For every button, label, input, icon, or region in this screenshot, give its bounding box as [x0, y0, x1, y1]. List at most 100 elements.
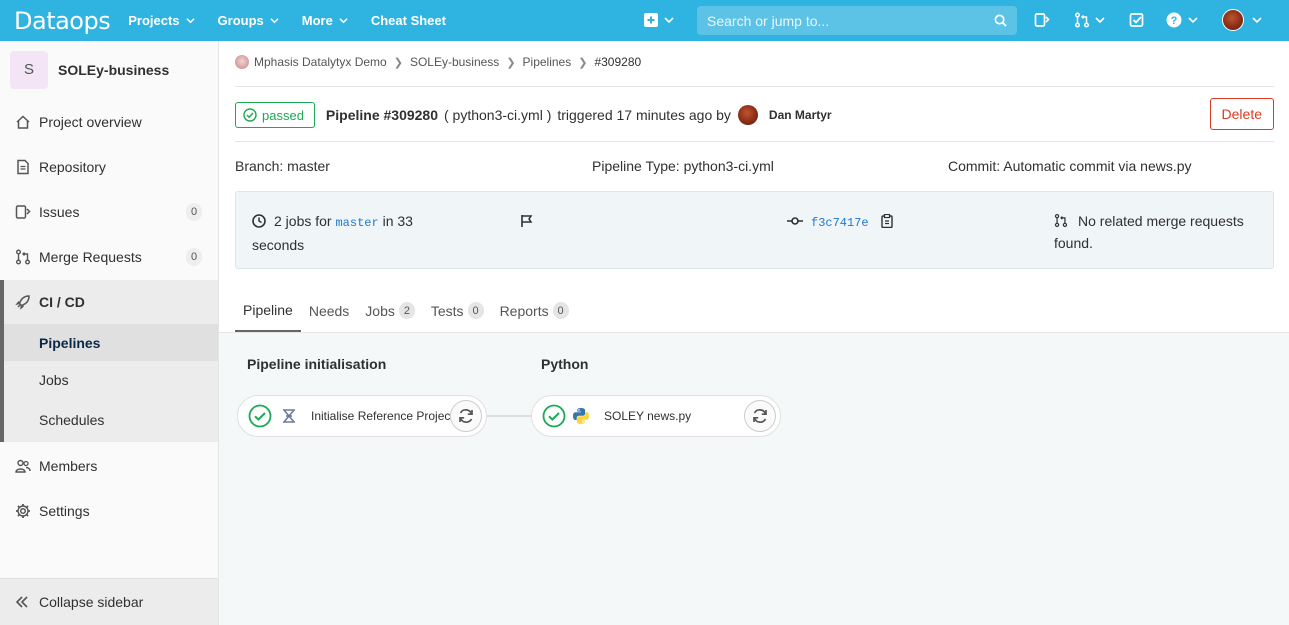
nav-cheat-sheet[interactable]: Cheat Sheet: [371, 13, 446, 28]
retry-icon: [753, 409, 767, 423]
tab-label: Jobs: [365, 302, 395, 319]
nav-more[interactable]: More: [302, 13, 348, 28]
job-name: Initialise Reference Project: [311, 409, 454, 423]
project-header[interactable]: S SOLEy-business: [0, 41, 218, 98]
tab-jobs[interactable]: Jobs 2: [357, 289, 423, 332]
merge-requests-shortcut[interactable]: [1074, 12, 1105, 28]
breadcrumb-group[interactable]: Mphasis Datalytyx Demo: [254, 55, 387, 69]
flag-icon: [521, 215, 533, 227]
sidebar: S SOLEy-business Project overview Reposi…: [0, 41, 219, 625]
sidebar-item-label: Settings: [39, 503, 90, 519]
divider: [235, 86, 1274, 87]
merge-request-icon: [1074, 12, 1090, 28]
project-avatar: S: [10, 50, 48, 89]
tab-tests[interactable]: Tests 0: [423, 289, 492, 332]
retry-button[interactable]: [744, 400, 776, 432]
status-label: passed: [262, 107, 304, 123]
job-soley-news[interactable]: SOLEY news.py: [531, 395, 781, 437]
pipeline-header: passed Pipeline #309280 ( python3-ci.yml…: [235, 98, 1274, 130]
branch-link[interactable]: master: [335, 216, 378, 230]
pipeline-graph: Pipeline initialisation Python Initialis…: [219, 333, 1289, 625]
stage-title: Python: [541, 356, 589, 372]
todo-icon: [1129, 13, 1144, 27]
sidebar-subitem-schedules[interactable]: Schedules: [0, 398, 218, 442]
status-badge[interactable]: passed: [235, 102, 315, 128]
tab-pipeline[interactable]: Pipeline: [235, 289, 301, 332]
tab-label: Pipeline: [243, 301, 293, 318]
dataops-logo[interactable]: Dataops: [14, 7, 111, 35]
user-menu[interactable]: [1222, 9, 1262, 31]
sidebar-item-merge-requests[interactable]: Merge Requests 0: [0, 235, 218, 279]
help-dropdown[interactable]: ?: [1166, 12, 1198, 28]
issues-shortcut[interactable]: [1034, 12, 1050, 28]
jobs-prefix: 2 jobs for: [274, 213, 332, 229]
merge-requests-cell: No related merge requests found.: [1054, 210, 1264, 254]
user-name[interactable]: Dan Martyr: [769, 108, 832, 122]
sidebar-item-repository[interactable]: Repository: [0, 145, 218, 189]
tab-reports[interactable]: Reports 0: [492, 289, 577, 332]
project-name: SOLEy-business: [58, 61, 170, 78]
sidebar-item-label: Repository: [39, 159, 106, 175]
clipboard-icon[interactable]: [880, 213, 893, 229]
commit-info: Commit: Automatic commit via news.py: [948, 158, 1192, 174]
retry-button[interactable]: [450, 400, 482, 432]
chevron-down-icon: [185, 18, 195, 24]
sidebar-item-label: Members: [39, 458, 98, 474]
user-avatar[interactable]: [737, 105, 758, 125]
chevron-down-icon: [1095, 17, 1105, 24]
check-circle-icon: [542, 404, 566, 428]
sidebar-item-project-overview[interactable]: Project overview: [0, 100, 218, 144]
chevron-down-icon: [664, 17, 674, 24]
sidebar-item-issues[interactable]: Issues 0: [0, 190, 218, 234]
pipeline-file: ( python3-ci.yml ): [444, 107, 552, 123]
new-item-dropdown[interactable]: [644, 13, 674, 27]
merge-request-icon: [1054, 213, 1068, 228]
delete-button[interactable]: Delete: [1209, 98, 1274, 130]
breadcrumb-project[interactable]: SOLEy-business: [410, 55, 499, 69]
users-icon: [15, 458, 31, 474]
tab-label: Tests: [430, 302, 464, 319]
sidebar-item-members[interactable]: Members: [0, 444, 218, 488]
tab-count: 0: [467, 302, 484, 319]
rocket-icon: [15, 294, 31, 310]
double-chevron-left-icon: [15, 595, 31, 609]
plus-square-icon: [644, 13, 658, 27]
doc-icon: [15, 159, 31, 175]
clock-icon: [252, 214, 266, 228]
commit-icon: [787, 217, 803, 225]
tab-label: Reports: [499, 302, 549, 319]
todos-shortcut[interactable]: [1129, 12, 1145, 28]
jobs-suffix: in 33: [382, 213, 413, 229]
sidebar-item-label: Issues: [39, 204, 80, 220]
collapse-sidebar-button[interactable]: Collapse sidebar: [0, 578, 218, 625]
pipeline-triggered: triggered 17 minutes ago by: [557, 107, 731, 123]
user-avatar: [1222, 9, 1244, 31]
flag-cell: [520, 210, 534, 232]
nav-groups[interactable]: Groups: [218, 13, 279, 28]
commit-sha-link[interactable]: f3c7417e: [811, 216, 869, 230]
breadcrumb-pipelines[interactable]: Pipelines: [523, 55, 572, 69]
retry-icon: [459, 409, 473, 423]
issues-count-badge: 0: [186, 203, 202, 221]
search-box[interactable]: [697, 6, 1017, 35]
gear-icon: [15, 503, 31, 519]
top-navbar: Dataops Projects Groups More Cheat Sheet…: [0, 0, 1289, 41]
nav-projects[interactable]: Projects: [128, 13, 195, 28]
sidebar-subitem-jobs[interactable]: Jobs: [0, 361, 218, 398]
merge-text-2: found.: [1054, 235, 1093, 251]
jobs-suffix-2: seconds: [252, 237, 305, 253]
sidebar-subitem-pipelines[interactable]: Pipelines: [0, 324, 218, 361]
dataops-icon: [283, 409, 295, 423]
sidebar-item-ci-cd[interactable]: CI / CD: [0, 280, 218, 324]
stage-title: Pipeline initialisation: [247, 356, 387, 372]
merge-request-icon: [15, 249, 31, 265]
sidebar-item-settings[interactable]: Settings: [0, 489, 218, 533]
nav-cheat-sheet-label: Cheat Sheet: [370, 13, 446, 28]
search-input[interactable]: [707, 12, 994, 29]
job-initialise-reference-project[interactable]: Initialise Reference Project: [237, 395, 487, 437]
tab-needs[interactable]: Needs: [301, 289, 357, 332]
breadcrumb-current[interactable]: #309280: [594, 55, 641, 69]
nav-projects-label: Projects: [128, 13, 180, 28]
main-content: Mphasis Datalytyx Demo ❯ SOLEy-business …: [219, 41, 1289, 625]
python-icon: [573, 408, 589, 424]
